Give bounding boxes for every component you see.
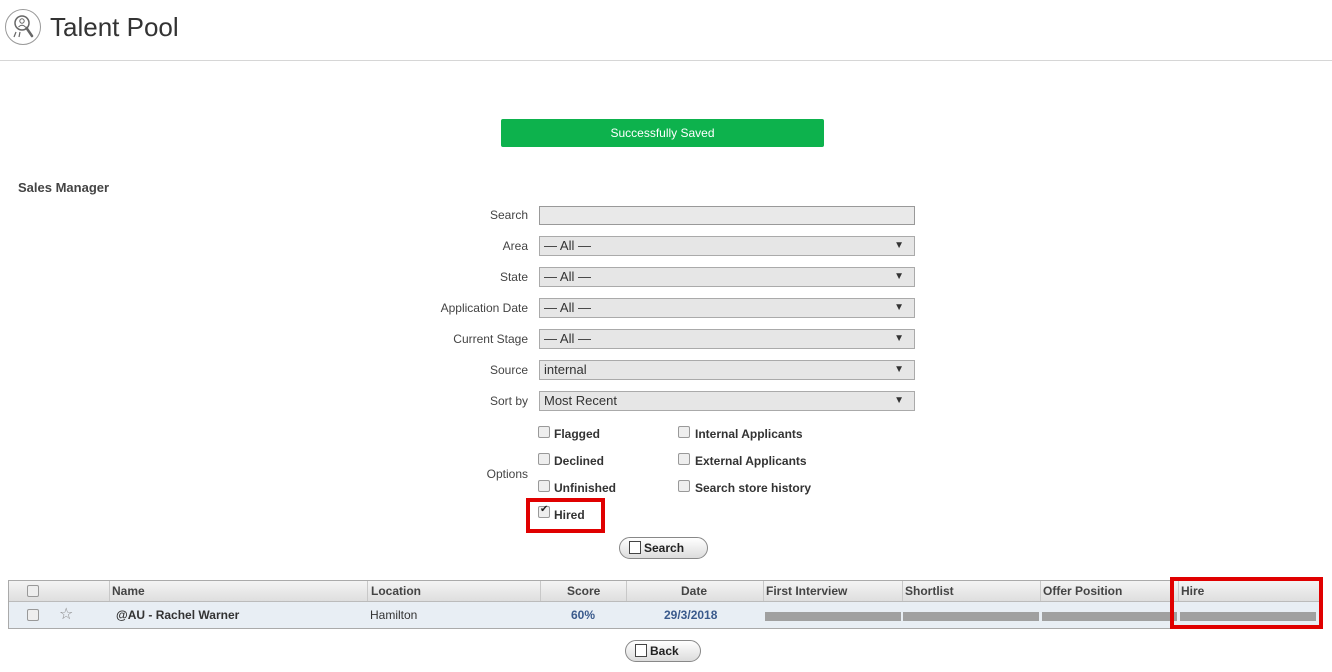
source-select-value: internal [544,362,587,377]
shortlist-progress-bar [903,612,1039,621]
application-date-select[interactable]: — All — ▼ [539,298,915,318]
chevron-down-icon: ▼ [894,395,904,406]
state-label: State [499,270,528,284]
column-divider [1040,581,1041,601]
current-stage-label: Current Stage [453,332,528,346]
back-button[interactable]: Back [625,640,701,662]
state-select-value: — All — [544,269,591,284]
search-store-history-checkbox[interactable] [678,480,690,492]
column-divider [902,581,903,601]
options-label: Options [486,467,528,481]
current-stage-value: — All — [544,331,591,346]
column-divider [626,581,627,601]
declined-label: Declined [554,454,605,468]
chevron-down-icon: ▼ [894,240,904,251]
unfinished-checkbox[interactable] [538,480,550,492]
table-row[interactable]: ☆ @AU - Rachel Warner Hamilton 60% 29/3/… [9,602,1321,628]
internal-applicants-label: Internal Applicants [695,427,803,441]
hired-highlight-box [526,498,605,533]
area-label: Area [502,239,528,253]
first-interview-progress-bar [765,612,901,621]
column-header-date[interactable]: Date [681,584,707,598]
source-select[interactable]: internal ▼ [539,360,915,380]
column-divider [763,581,764,601]
offer-position-progress-bar [1042,612,1177,621]
sort-by-select[interactable]: Most Recent ▼ [539,391,915,411]
chevron-down-icon: ▼ [894,302,904,313]
area-select[interactable]: — All — ▼ [539,236,915,256]
section-title: Sales Manager [18,180,110,195]
sort-by-label: Sort by [489,394,528,408]
chevron-down-icon: ▼ [894,271,904,282]
candidate-date: 29/3/2018 [664,608,718,622]
success-banner: Successfully Saved [501,119,824,147]
search-label: Search [489,208,528,222]
candidate-score: 60% [571,608,596,622]
external-applicants-label: External Applicants [695,454,807,468]
declined-checkbox[interactable] [538,453,550,465]
results-table: Name Location Score Date First Interview… [8,580,1322,629]
area-select-value: — All — [544,238,591,253]
sort-by-value: Most Recent [544,393,617,408]
page-header: Talent Pool [0,0,1332,61]
column-header-score[interactable]: Score [567,584,600,598]
chevron-down-icon: ▼ [894,333,904,344]
column-divider [367,581,368,601]
star-icon[interactable]: ☆ [59,604,73,624]
search-store-history-label: Search store history [695,481,812,495]
source-label: Source [489,363,528,377]
flagged-checkbox[interactable] [538,426,550,438]
candidate-name[interactable]: @AU - Rachel Warner [116,608,239,622]
search-button-label: Search [644,541,685,555]
hire-column-highlight-box [1170,577,1323,629]
external-applicants-checkbox[interactable] [678,453,690,465]
search-document-icon [629,541,641,554]
row-select-checkbox[interactable] [27,609,39,621]
table-header: Name Location Score Date First Interview… [9,581,1321,602]
search-input[interactable] [539,206,915,225]
current-stage-select[interactable]: — All — ▼ [539,329,915,349]
column-header-name[interactable]: Name [112,584,145,598]
back-document-icon [635,644,647,657]
candidate-location: Hamilton [370,608,418,622]
column-header-offer-position[interactable]: Offer Position [1043,584,1122,598]
application-date-value: — All — [544,300,591,315]
column-header-location[interactable]: Location [371,584,421,598]
column-divider [540,581,541,601]
internal-applicants-checkbox[interactable] [678,426,690,438]
select-all-checkbox[interactable] [27,585,39,597]
search-button[interactable]: Search [619,537,708,559]
chevron-down-icon: ▼ [894,364,904,375]
back-button-label: Back [650,644,679,658]
state-select[interactable]: — All — ▼ [539,267,915,287]
flagged-label: Flagged [554,427,601,441]
column-divider [109,581,110,601]
talent-search-icon [5,9,41,45]
column-header-first-interview[interactable]: First Interview [766,584,847,598]
column-header-shortlist[interactable]: Shortlist [905,584,954,598]
application-date-label: Application Date [440,301,528,315]
page-title: Talent Pool [50,12,179,42]
unfinished-label: Unfinished [554,481,616,495]
